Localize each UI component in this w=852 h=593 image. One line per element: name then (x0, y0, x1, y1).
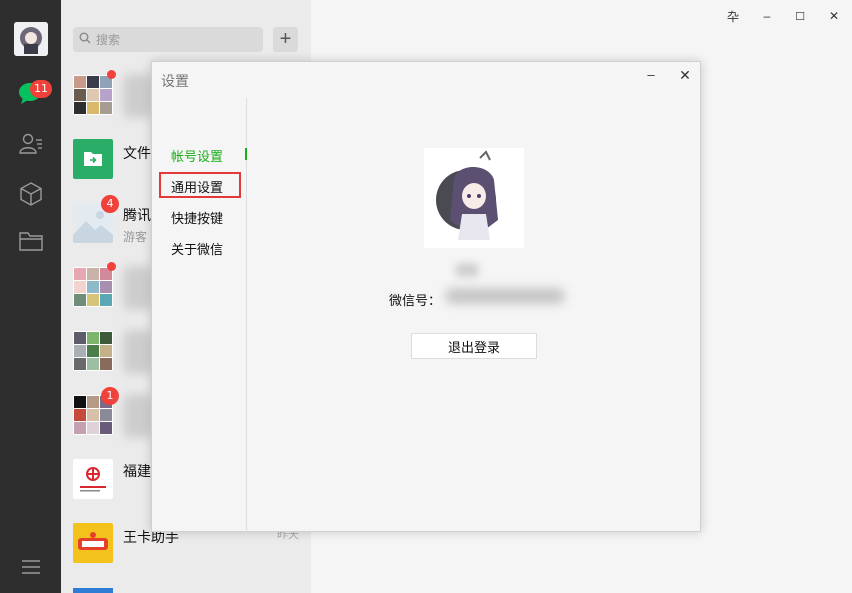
menu-about[interactable]: 关于微信 (171, 239, 223, 258)
mini-program-icon[interactable] (16, 179, 46, 209)
blurred-name (123, 74, 153, 118)
wechat-id-label: 微信号： (389, 293, 442, 308)
unread-dot (107, 70, 116, 79)
wechat-window: 11 搜索 + 文件 4 腾讯 游客 1 福建 王卡助手 昨天 卆 – ☐ ✕ … (0, 0, 852, 593)
list-item-partial (73, 588, 113, 593)
add-button[interactable]: + (273, 27, 298, 52)
chat-name: 腾讯 (123, 207, 151, 223)
folder-icon[interactable] (16, 226, 46, 256)
search-input[interactable]: 搜索 (96, 31, 120, 48)
chat-name: 福建 (123, 463, 151, 479)
minimize-button[interactable]: – (757, 6, 777, 26)
chat-badge: 11 (30, 80, 52, 98)
unread-badge: 1 (101, 387, 119, 405)
chat-name: 文件 (123, 145, 151, 161)
highlight-box (159, 172, 241, 198)
dialog-minimize-button[interactable]: – (643, 67, 659, 83)
blurred-nickname (455, 263, 479, 277)
group-avatar (73, 75, 113, 115)
contacts-icon[interactable] (16, 129, 46, 159)
avatar[interactable] (14, 22, 48, 56)
pin-icon[interactable]: 卆 (723, 6, 743, 26)
menu-shortcuts[interactable]: 快捷按键 (171, 208, 223, 227)
profile-avatar (424, 148, 524, 248)
settings-dialog: 设置 – ✕ 帐号设置 通用设置 快捷按键 关于微信 微信号： 退出登录 (151, 61, 701, 532)
unread-dot (107, 262, 116, 271)
logout-button[interactable]: 退出登录 (411, 333, 537, 359)
search-icon (79, 32, 91, 47)
dialog-close-button[interactable]: ✕ (677, 67, 693, 83)
blurred-name (123, 330, 153, 374)
unread-badge: 4 (101, 195, 119, 213)
dialog-title: 设置 (161, 73, 189, 89)
nav-sidebar: 11 (0, 0, 61, 593)
search-box[interactable]: 搜索 (73, 27, 263, 52)
china-unicom-logo (73, 459, 113, 499)
close-button[interactable]: ✕ (824, 6, 844, 26)
group-avatar (73, 267, 113, 307)
chat-preview: 游客 (123, 230, 148, 244)
blurred-name (123, 266, 153, 310)
file-transfer-icon (73, 139, 113, 179)
maximize-button[interactable]: ☐ (790, 6, 810, 26)
menu-icon[interactable] (16, 552, 46, 582)
group-avatar (73, 331, 113, 371)
blurred-wechat-id (445, 288, 565, 304)
menu-account-settings[interactable]: 帐号设置 (171, 146, 223, 165)
wangka-logo (73, 523, 113, 563)
active-indicator (245, 148, 247, 160)
blurred-name (123, 394, 153, 438)
